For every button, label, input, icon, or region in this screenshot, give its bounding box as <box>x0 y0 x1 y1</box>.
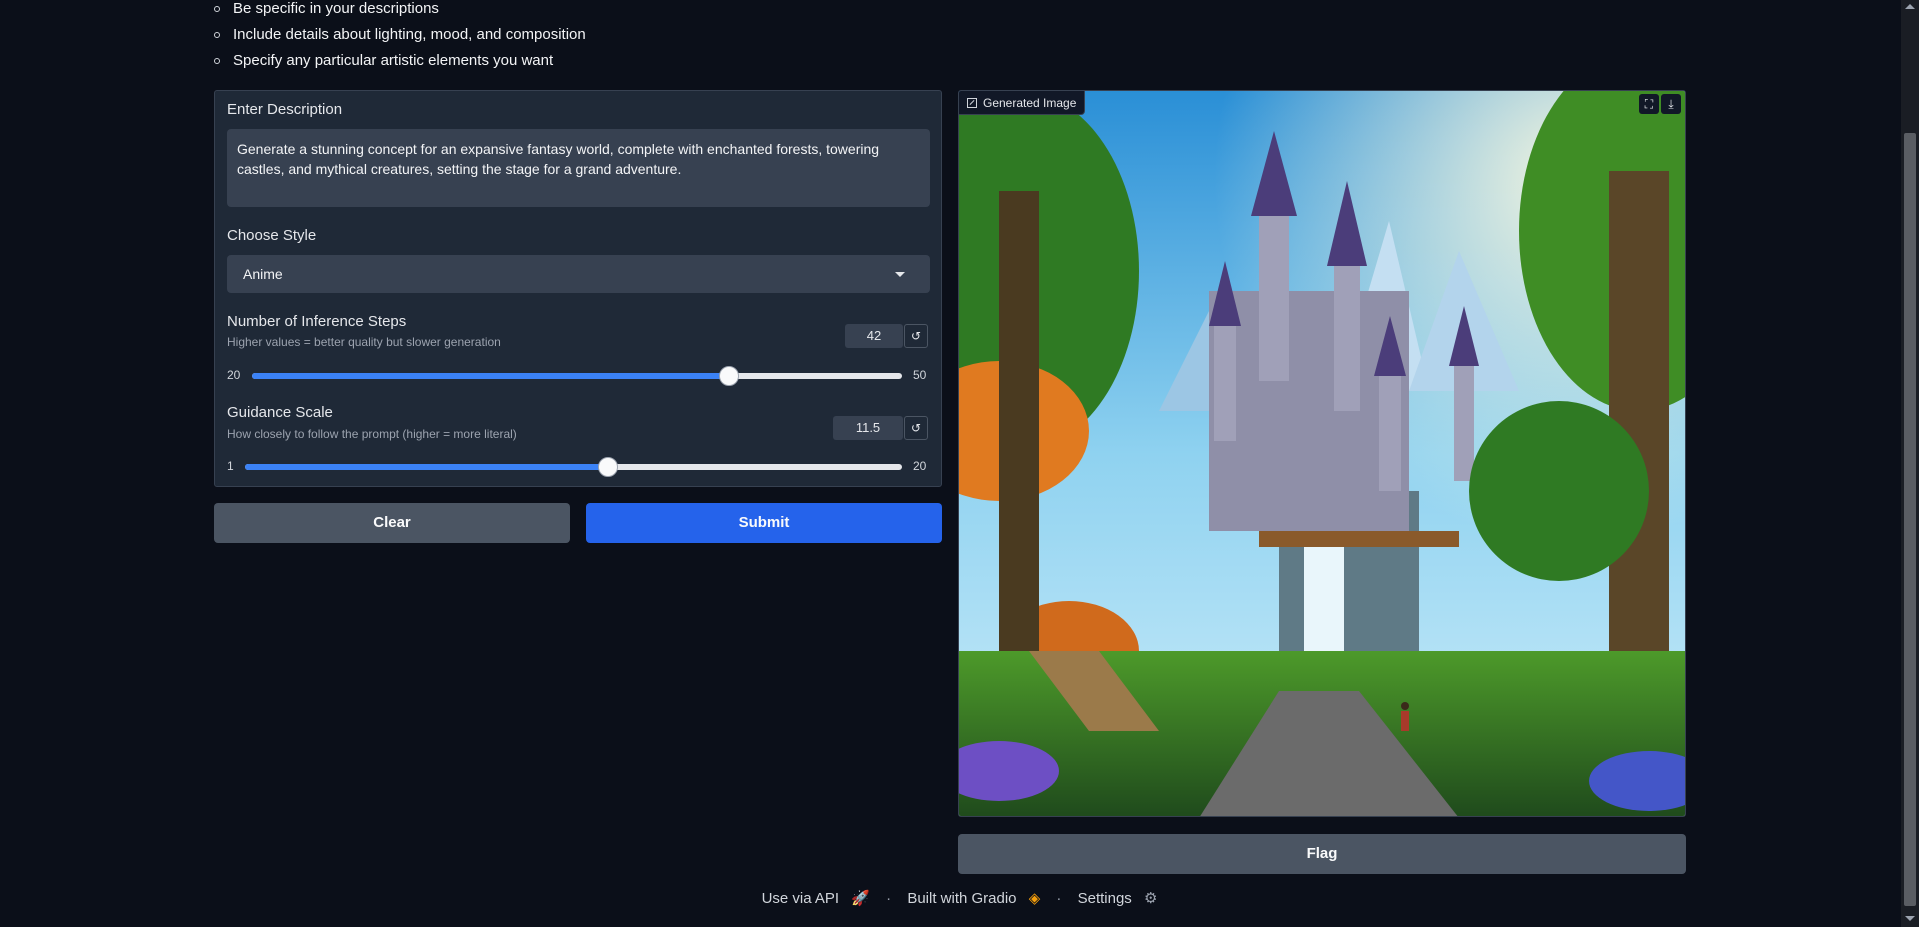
steps-slider[interactable] <box>252 366 902 386</box>
flag-button[interactable]: Flag <box>958 834 1686 874</box>
generated-image <box>959 91 1685 816</box>
scroll-down-icon[interactable] <box>1905 916 1915 921</box>
scrollbar-thumb[interactable] <box>1904 133 1916 906</box>
settings-link[interactable]: Settings ⚙ <box>1074 890 1162 907</box>
api-link[interactable]: Use via API 🚀 <box>758 890 874 907</box>
steps-slider-thumb[interactable] <box>718 366 739 386</box>
gear-icon: ⚙ <box>1143 890 1158 907</box>
download-icon[interactable]: ⤓ <box>1661 94 1681 114</box>
chevron-down-icon <box>895 272 905 277</box>
bullet-icon <box>214 58 220 64</box>
bullet-icon <box>214 6 220 12</box>
tips-list: Be specific in your descriptions Include… <box>214 0 586 74</box>
guidance-max: 20 <box>913 459 927 473</box>
reset-icon: ↺ <box>910 421 922 435</box>
steps-reset-button[interactable]: ↺ <box>904 324 928 348</box>
guidance-slider[interactable] <box>245 457 902 477</box>
style-dropdown[interactable]: Anime <box>227 255 930 293</box>
footer-separator: · <box>1056 890 1062 907</box>
steps-number-input[interactable]: 42 <box>845 324 903 348</box>
tip-item: Include details about lighting, mood, an… <box>214 22 586 48</box>
rocket-icon: 🚀 <box>851 890 870 907</box>
image-icon <box>967 97 977 108</box>
image-label: Generated Image <box>959 91 1086 115</box>
image-output-panel: Generated Image ⛶ ⤓ <box>958 90 1686 817</box>
footer: Use via API 🚀 · Built with Gradio ◈ · Se… <box>0 889 1919 907</box>
steps-slider-fill <box>252 373 729 379</box>
steps-label: Number of Inference Steps <box>227 313 407 330</box>
tip-item: Be specific in your descriptions <box>214 0 586 22</box>
guidance-min: 1 <box>227 459 234 473</box>
clear-button[interactable]: Clear <box>214 503 570 543</box>
fullscreen-icon[interactable]: ⛶ <box>1639 94 1659 114</box>
tip-item: Specify any particular artistic elements… <box>214 48 586 74</box>
guidance-reset-button[interactable]: ↺ <box>904 416 928 440</box>
app-page: Be specific in your descriptions Include… <box>0 0 1919 927</box>
gradio-link[interactable]: Built with Gradio ◈ <box>903 890 1044 907</box>
style-label: Choose Style <box>227 227 317 244</box>
footer-separator: · <box>886 890 892 907</box>
guidance-label: Guidance Scale <box>227 404 333 421</box>
image-toolbar: ⛶ ⤓ <box>1639 94 1681 114</box>
submit-button[interactable]: Submit <box>586 503 942 543</box>
description-textarea[interactable]: Generate a stunning concept for an expan… <box>227 129 930 207</box>
guidance-slider-fill <box>245 464 609 470</box>
guidance-number-input[interactable]: 11.5 <box>833 416 903 440</box>
steps-info: Higher values = better quality but slowe… <box>227 335 501 349</box>
guidance-slider-thumb[interactable] <box>598 457 619 477</box>
description-label: Enter Description <box>227 101 343 118</box>
bullet-icon <box>214 32 220 38</box>
guidance-info: How closely to follow the prompt (higher… <box>227 427 517 441</box>
input-panel: Enter Description Generate a stunning co… <box>214 90 942 487</box>
style-selected-value: Anime <box>243 266 283 282</box>
steps-min: 20 <box>227 368 241 382</box>
reset-icon: ↺ <box>910 329 922 343</box>
steps-max: 50 <box>913 368 927 382</box>
gradio-logo-icon: ◈ <box>1028 890 1041 907</box>
scroll-up-icon[interactable] <box>1905 4 1915 9</box>
